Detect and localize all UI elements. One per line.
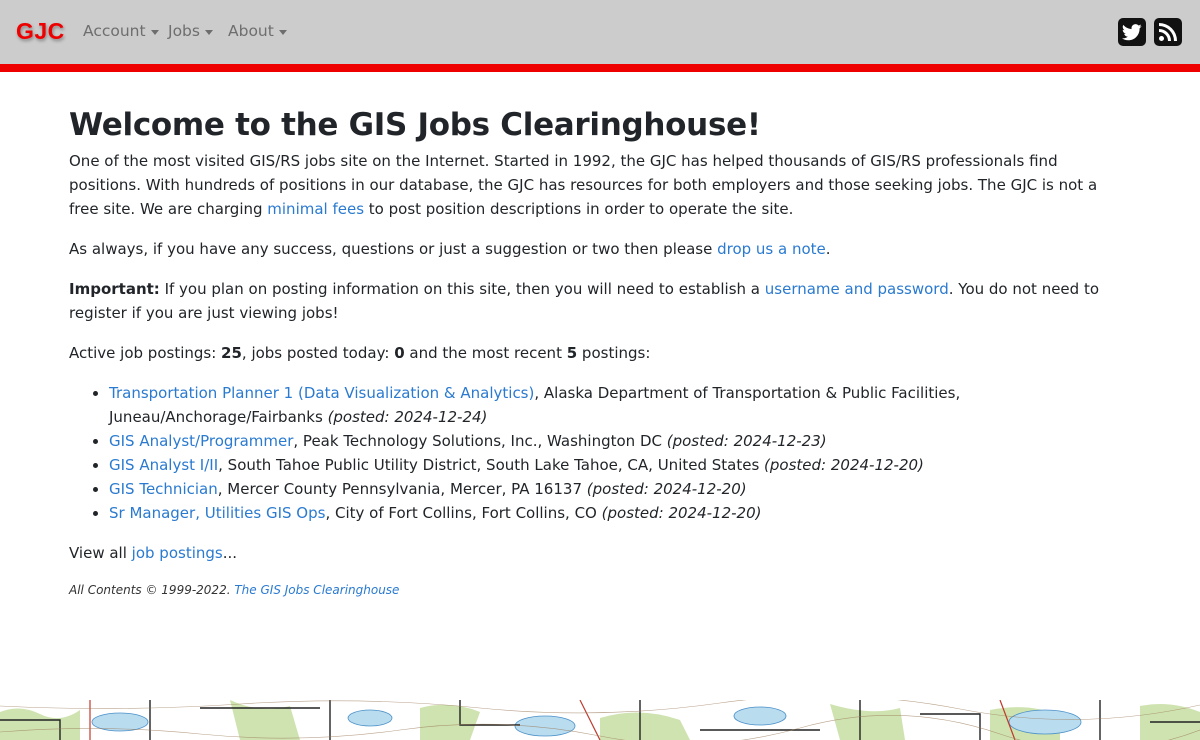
view-all-ellipsis: ... bbox=[222, 544, 238, 562]
menu-account[interactable]: Account bbox=[83, 22, 159, 40]
list-item: GIS Analyst/Programmer, Peak Technology … bbox=[109, 429, 1131, 453]
page-title: Welcome to the GIS Jobs Clearinghouse! bbox=[69, 107, 761, 143]
list-item: GIS Technician, Mercer County Pennsylvan… bbox=[109, 477, 1131, 501]
list-item: Transportation Planner 1 (Data Visualiza… bbox=[109, 381, 1131, 429]
footer-text: All Contents © 1999-2022. bbox=[69, 583, 235, 597]
topo-map-image bbox=[0, 700, 1200, 740]
chevron-down-icon bbox=[150, 29, 159, 35]
brand-logo[interactable]: GJC bbox=[16, 18, 65, 45]
contact-text: As always, if you have any success, ques… bbox=[69, 240, 718, 258]
job-posted-date: (posted: 2024-12-20) bbox=[601, 504, 762, 522]
contact-text-end: . bbox=[825, 240, 831, 258]
job-detail: , Mercer County Pennsylvania, Mercer, PA… bbox=[217, 480, 587, 498]
menu-about-label: About bbox=[228, 22, 274, 40]
stats-text: Active job postings: bbox=[69, 344, 222, 362]
intro-paragraph: One of the most visited GIS/RS jobs site… bbox=[69, 149, 1131, 221]
view-all-paragraph: View all job postings... bbox=[69, 541, 1131, 565]
navbar-red-stripe bbox=[0, 64, 1200, 72]
view-all-text: View all bbox=[69, 544, 132, 562]
menu-jobs[interactable]: Jobs bbox=[168, 22, 213, 40]
contact-paragraph: As always, if you have any success, ques… bbox=[69, 237, 1131, 261]
job-posted-date: (posted: 2024-12-23) bbox=[666, 432, 827, 450]
job-detail: , Peak Technology Solutions, Inc., Washi… bbox=[293, 432, 667, 450]
intro-text-end: to post position descriptions in order t… bbox=[364, 200, 794, 218]
username-password-link[interactable]: username and password bbox=[765, 280, 949, 298]
twitter-icon[interactable] bbox=[1118, 18, 1146, 46]
job-detail: , City of Fort Collins, Fort Collins, CO bbox=[325, 504, 602, 522]
drop-us-a-note-link[interactable]: drop us a note bbox=[717, 240, 826, 258]
important-label: Important: bbox=[69, 280, 160, 298]
job-detail: , South Tahoe Public Utility District, S… bbox=[218, 456, 765, 474]
job-link[interactable]: GIS Analyst/Programmer bbox=[109, 432, 293, 450]
top-navbar: GJC Account Jobs About bbox=[0, 0, 1200, 64]
stats-paragraph: Active job postings: 25, jobs posted tod… bbox=[69, 341, 1131, 365]
job-posted-date: (posted: 2024-12-20) bbox=[764, 456, 924, 474]
job-link[interactable]: Transportation Planner 1 (Data Visualiza… bbox=[109, 384, 534, 402]
recent-count: 5 bbox=[566, 344, 578, 362]
list-item: GIS Analyst I/II, South Tahoe Public Uti… bbox=[109, 453, 1131, 477]
important-text: If you plan on posting information on th… bbox=[159, 280, 765, 298]
job-link[interactable]: GIS Technician bbox=[109, 480, 218, 498]
main-content: Welcome to the GIS Jobs Clearinghouse! O… bbox=[69, 105, 1131, 599]
topo-map-banner bbox=[0, 700, 1200, 740]
job-posted-date: (posted: 2024-12-20) bbox=[586, 480, 747, 498]
job-link[interactable]: Sr Manager, Utilities GIS Ops bbox=[109, 504, 325, 522]
job-postings-link[interactable]: job postings bbox=[132, 544, 223, 562]
rss-icon[interactable] bbox=[1154, 18, 1182, 46]
chevron-down-icon bbox=[204, 29, 213, 35]
important-paragraph: Important: If you plan on posting inform… bbox=[69, 277, 1131, 325]
stats-text: and the most recent bbox=[404, 344, 567, 362]
job-link[interactable]: GIS Analyst I/II bbox=[109, 456, 218, 474]
chevron-down-icon bbox=[278, 29, 287, 35]
minimal-fees-link[interactable]: minimal fees bbox=[267, 200, 364, 218]
menu-jobs-label: Jobs bbox=[168, 22, 200, 40]
recent-jobs-list: Transportation Planner 1 (Data Visualiza… bbox=[109, 381, 1131, 525]
active-count: 25 bbox=[221, 344, 242, 362]
list-item: Sr Manager, Utilities GIS Ops, City of F… bbox=[109, 501, 1131, 525]
today-count: 0 bbox=[394, 344, 405, 362]
job-posted-date: (posted: 2024-12-24) bbox=[327, 408, 488, 426]
footer-home-link[interactable]: The GIS Jobs Clearinghouse bbox=[234, 583, 399, 597]
footer-copyright: All Contents © 1999-2022. The GIS Jobs C… bbox=[69, 581, 1131, 599]
stats-text: , jobs posted today: bbox=[241, 344, 395, 362]
menu-about[interactable]: About bbox=[228, 22, 287, 40]
stats-text: postings: bbox=[577, 344, 651, 362]
menu-account-label: Account bbox=[83, 22, 146, 40]
